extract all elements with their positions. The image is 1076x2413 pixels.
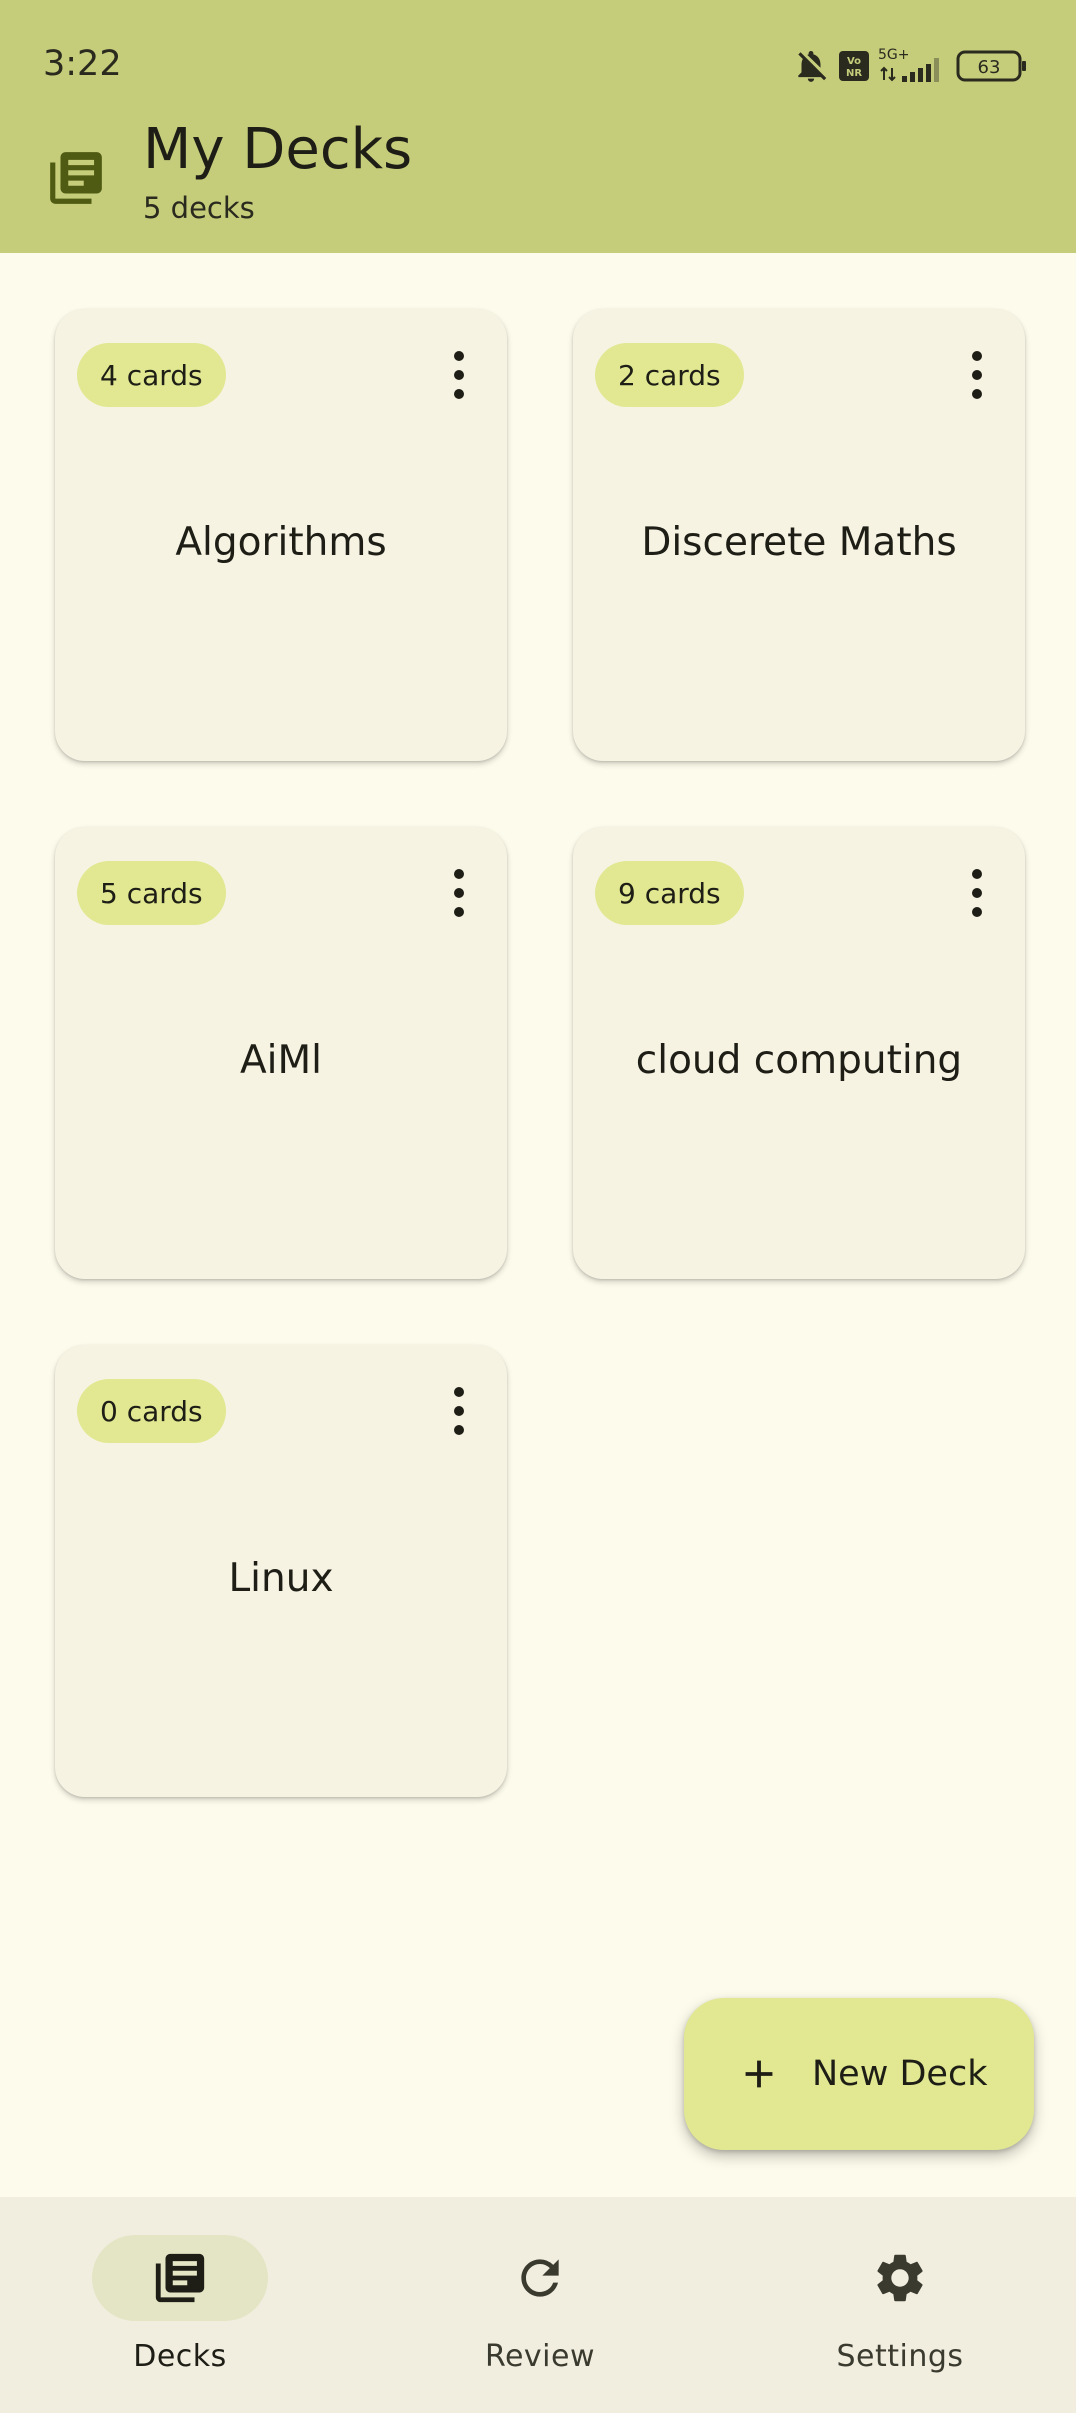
network-type: 5G+ <box>878 47 910 63</box>
library-books-icon <box>155 2253 205 2303</box>
deck-title: cloud computing <box>635 1037 963 1083</box>
vonr-icon: Vo NR <box>839 51 869 81</box>
library-books-icon <box>50 152 102 204</box>
nav-label: Decks <box>133 2339 227 2374</box>
nav-icon-container <box>452 2235 628 2321</box>
deck-card[interactable]: 0 cards Linux <box>55 1345 507 1797</box>
svg-text:Vo: Vo <box>847 56 861 67</box>
page-title: My Decks <box>143 117 413 182</box>
status-icons: Vo NR 5G+ 63 <box>792 44 1028 88</box>
nav-item-review[interactable]: Review <box>410 2235 670 2385</box>
plus-icon <box>745 2060 773 2088</box>
app-header: 3:22 Vo NR 5G+ 63 My Decks 5 decks <box>0 0 1076 253</box>
deck-card[interactable]: 2 cards Discerete Maths <box>573 309 1025 761</box>
nav-icon-container <box>812 2235 988 2321</box>
new-deck-button[interactable]: New Deck <box>684 1998 1034 2150</box>
bell-off-icon <box>798 50 827 82</box>
nav-label: Review <box>484 2339 596 2374</box>
deck-card[interactable]: 4 cards Algorithms <box>55 309 507 761</box>
deck-card[interactable]: 9 cards cloud computing <box>573 827 1025 1279</box>
signal-icon: 5G+ <box>878 47 939 82</box>
svg-text:NR: NR <box>846 68 862 79</box>
new-deck-label: New Deck <box>812 2054 988 2094</box>
deck-title: Linux <box>228 1555 334 1601</box>
nav-label: Settings <box>836 2339 964 2374</box>
bottom-nav: Decks Review Settings <box>0 2197 1076 2413</box>
deck-title: AiMl <box>240 1037 322 1083</box>
nav-item-settings[interactable]: Settings <box>770 2235 1030 2385</box>
status-time: 3:22 <box>43 44 122 84</box>
deck-title: Algorithms <box>175 519 387 565</box>
deck-count-subtitle: 5 decks <box>143 191 255 225</box>
nav-item-decks[interactable]: Decks <box>50 2235 310 2385</box>
battery-icon: 63 <box>956 50 1026 82</box>
gear-icon <box>877 2254 923 2302</box>
deck-card[interactable]: 5 cards AiMl <box>55 827 507 1279</box>
battery-level: 63 <box>978 57 1001 78</box>
deck-title: Discerete Maths <box>641 519 957 565</box>
refresh-icon <box>521 2259 559 2297</box>
nav-active-indicator <box>92 2235 268 2321</box>
